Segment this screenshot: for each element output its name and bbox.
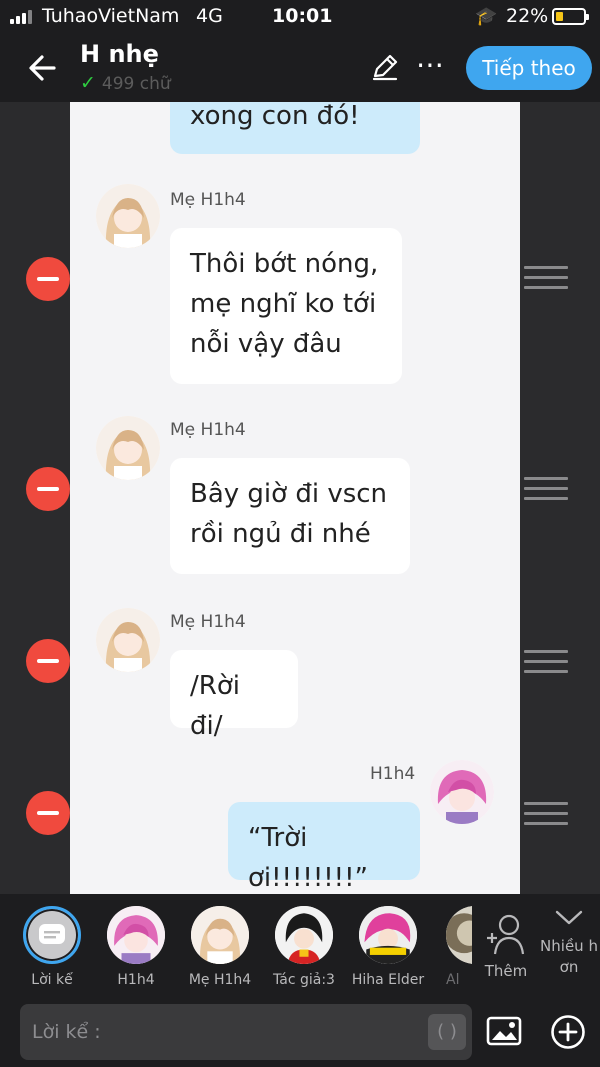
image-icon[interactable] — [486, 1016, 522, 1046]
character-h1h4[interactable]: H1h4 — [96, 906, 176, 988]
add-icon[interactable] — [550, 1014, 586, 1050]
delete-message-button[interactable] — [26, 639, 70, 683]
avatar — [107, 906, 165, 964]
message-bubble[interactable]: Bây giờ đi vscn rồi ngủ đi nhé — [170, 458, 410, 574]
sender-name: Mẹ H1h4 — [170, 612, 246, 632]
carrier-name: TuhaoVietNam — [42, 5, 180, 27]
sender-name: Mẹ H1h4 — [170, 190, 246, 210]
chevron-down-icon — [555, 910, 583, 925]
avatar[interactable] — [96, 184, 160, 248]
character-tac-gia[interactable]: Tác giả:3 — [264, 906, 344, 988]
message-text: xong con đó! — [190, 102, 360, 131]
more-options-icon[interactable]: ⋯ — [416, 48, 446, 81]
battery-percent: 22% — [506, 5, 549, 27]
add-character-button[interactable]: Thêm — [478, 912, 534, 980]
drag-handle-icon[interactable] — [524, 477, 568, 501]
message-line: Bây giờ đi vscn — [190, 479, 388, 509]
message-bubble[interactable]: “Trời ơi!!!!!!!!” — [228, 802, 420, 893]
character-al[interactable]: Al — [432, 906, 472, 988]
message-bubble[interactable]: /Rời đi/ — [170, 650, 298, 741]
character-me-h1h4[interactable]: Mẹ H1h4 — [180, 906, 260, 988]
character-name: Hiha Elder — [351, 972, 425, 988]
avatar[interactable] — [96, 608, 160, 672]
avatar — [275, 906, 333, 964]
chat-area: xong con đó! Mẹ H1h4 Thôi bớt nóng, mẹ n… — [70, 102, 520, 894]
avatar — [359, 906, 417, 964]
composer: ( ) — [0, 1000, 600, 1067]
narration-input[interactable] — [32, 1014, 422, 1050]
composer-box: ( ) — [20, 1004, 472, 1060]
character-name: Tác giả:3 — [273, 972, 335, 988]
delete-message-button[interactable] — [26, 257, 70, 301]
story-title: H nhẹ — [80, 40, 159, 68]
character-name: Al — [446, 972, 460, 988]
word-count: ✓ 499 chữ — [80, 72, 171, 94]
message-bubble[interactable]: Thôi bớt nóng, mẹ nghĩ ko tới nỗi vậy đâ… — [170, 228, 402, 384]
delete-message-button[interactable] — [26, 467, 70, 511]
drag-handle-icon[interactable] — [524, 650, 568, 674]
avatar — [446, 906, 472, 964]
message-line: Thôi bớt nóng, — [190, 249, 379, 279]
clock: 10:01 — [272, 5, 333, 27]
avatar — [191, 906, 249, 964]
character-name: Mẹ H1h4 — [188, 972, 252, 988]
add-person-icon — [487, 914, 525, 955]
bracket-button[interactable]: ( ) — [428, 1014, 466, 1050]
battery-icon — [552, 8, 589, 25]
sender-name: Mẹ H1h4 — [170, 420, 246, 440]
more-characters-button[interactable]: Nhiều h ơn — [538, 906, 600, 978]
graduation-cap-icon: 🎓 — [475, 6, 498, 27]
network-type: 4G — [196, 5, 223, 27]
add-character-label: Thêm — [484, 962, 528, 980]
delete-message-button[interactable] — [26, 791, 70, 835]
signal-icon — [10, 10, 36, 24]
pencil-icon[interactable] — [370, 52, 400, 82]
message-bubble[interactable]: xong con đó! — [170, 102, 420, 154]
back-arrow-icon[interactable] — [24, 50, 60, 86]
status-bar: TuhaoVietNam 4G 10:01 🎓 22% — [0, 0, 600, 34]
more-characters-label-line: ơn — [559, 958, 579, 976]
more-characters-label: Nhiều h ơn — [538, 936, 600, 978]
message-line: nỗi vậy đâu — [190, 329, 342, 359]
message-line: /Rời đi/ — [190, 671, 240, 741]
character-hiha-elder[interactable]: Hiha Elder — [348, 906, 428, 988]
character-name: H1h4 — [117, 972, 155, 988]
character-name: Lời kể — [31, 972, 73, 988]
next-button[interactable]: Tiếp theo — [466, 46, 592, 90]
message-line: “Trời ơi!!!!!!!!” — [248, 823, 368, 893]
character-picker: Lời kể H1h4 Mẹ H1h4 Tác giả:3 Hiha Elder… — [0, 894, 600, 1000]
message-line: rồi ngủ đi nhé — [190, 519, 371, 549]
avatar[interactable] — [96, 416, 160, 480]
more-characters-label-line: Nhiều h — [540, 937, 598, 955]
drag-handle-icon[interactable] — [524, 802, 568, 826]
sender-name: H1h4 — [370, 764, 416, 784]
drag-handle-icon[interactable] — [524, 266, 568, 290]
chat-header: H nhẹ ✓ 499 chữ ⋯ Tiếp theo — [0, 34, 600, 102]
narrator-icon — [23, 906, 81, 964]
avatar[interactable] — [430, 760, 494, 824]
character-narrator[interactable]: Lời kể — [12, 906, 92, 988]
checkmark-icon: ✓ — [80, 72, 96, 94]
message-line: mẹ nghĩ ko tới — [190, 289, 377, 319]
word-count-text: 499 chữ — [101, 74, 171, 94]
